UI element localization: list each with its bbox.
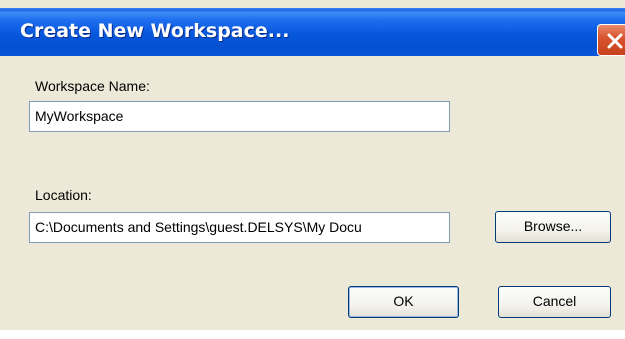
close-button[interactable]: [597, 24, 625, 56]
location-input[interactable]: C:\Documents and Settings\guest.DELSYS\M…: [29, 212, 450, 243]
workspace-name-input[interactable]: MyWorkspace: [29, 101, 450, 132]
workspace-name-label: Workspace Name:: [35, 78, 150, 94]
cancel-button[interactable]: Cancel: [498, 286, 611, 318]
title-bar[interactable]: Create New Workspace...: [0, 8, 625, 56]
close-icon: [607, 33, 623, 49]
location-label: Location:: [35, 187, 92, 203]
create-workspace-dialog: Create New Workspace... Workspace Name: …: [0, 0, 625, 339]
browse-button[interactable]: Browse...: [495, 211, 611, 243]
dialog-bottom-edge: [0, 330, 625, 339]
dialog-title: Create New Workspace...: [20, 20, 290, 42]
ok-button[interactable]: OK: [348, 286, 459, 318]
